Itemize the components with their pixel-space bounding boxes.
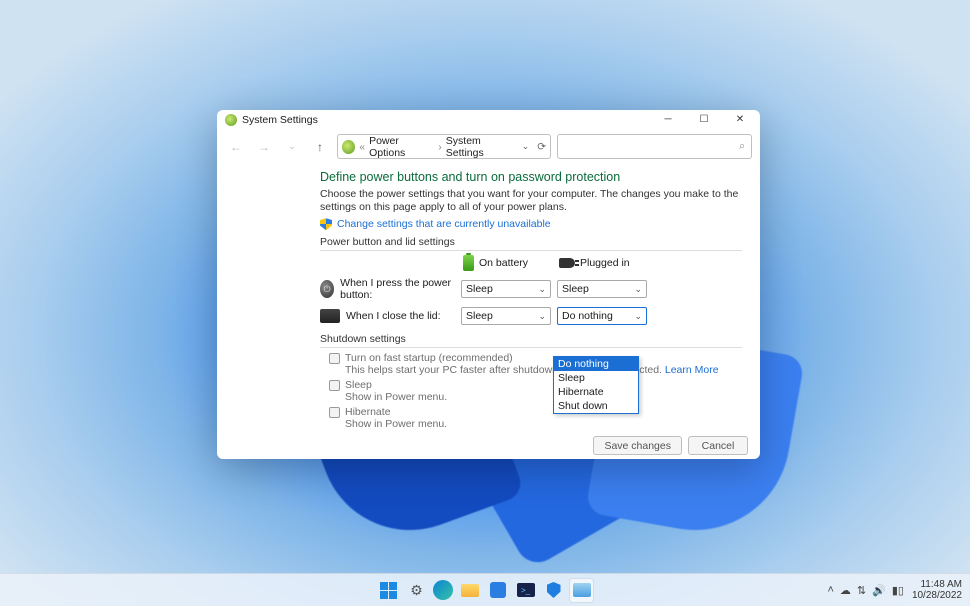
page-title: Define power buttons and turn on passwor… — [320, 170, 742, 184]
forward-button[interactable]: → — [253, 136, 275, 158]
col-battery-label: On battery — [479, 257, 528, 269]
windows-logo-icon — [380, 582, 397, 599]
power-button-label: When I press the power button: — [340, 277, 455, 301]
taskbar-terminal[interactable]: >_ — [514, 579, 537, 602]
fast-startup-label: Turn on fast startup (recommended) — [345, 352, 513, 364]
taskbar-control-panel[interactable] — [570, 579, 593, 602]
power-button-icon: ⏻ — [320, 280, 334, 298]
control-panel-icon — [573, 583, 591, 597]
power-button-row-label: ⏻ When I press the power button: — [320, 277, 455, 301]
intro-text: Choose the power settings that you want … — [320, 188, 742, 214]
date-text: 10/28/2022 — [912, 590, 962, 601]
folder-icon — [461, 584, 479, 597]
power-options-icon — [225, 114, 237, 126]
footer: Save changes Cancel — [217, 432, 760, 459]
sleep-label: Sleep — [345, 379, 372, 391]
power-options-icon — [342, 140, 355, 154]
hibernate-checkbox[interactable] — [329, 407, 340, 418]
breadcrumb-sep: › — [438, 141, 442, 153]
store-icon — [490, 582, 506, 598]
search-input[interactable]: ⌕ — [557, 134, 752, 159]
chevron-down-icon: ⌄ — [634, 311, 642, 322]
breadcrumb-item[interactable]: Power Options — [369, 135, 434, 159]
refresh-button[interactable]: ⟳ — [537, 141, 546, 153]
section-power-header: Power button and lid settings — [320, 236, 742, 251]
history-chevron-icon[interactable]: ⌄ — [522, 141, 530, 152]
on-battery-column: On battery — [461, 255, 551, 271]
breadcrumb-prefix: « — [359, 141, 365, 153]
close-lid-label: When I close the lid: — [346, 310, 441, 322]
system-settings-window: System Settings ─ ☐ ✕ ← → ⌄ ↑ « Power Op… — [217, 110, 760, 459]
power-button-battery-select[interactable]: Sleep ⌄ — [461, 280, 551, 298]
navbar: ← → ⌄ ↑ « Power Options › System Setting… — [217, 129, 760, 164]
start-button[interactable] — [377, 579, 400, 602]
shield-icon — [547, 582, 561, 598]
chevron-down-icon: ⌄ — [538, 284, 546, 295]
minimize-button[interactable]: ─ — [650, 110, 686, 129]
battery-icon — [463, 255, 474, 271]
lid-icon — [320, 309, 340, 323]
close-lid-battery-select[interactable]: Sleep ⌄ — [461, 307, 551, 325]
clock[interactable]: 11:48 AM 10/28/2022 — [912, 579, 962, 601]
maximize-button[interactable]: ☐ — [686, 110, 722, 129]
power-button-plugged-select[interactable]: Sleep ⌄ — [557, 280, 647, 298]
onedrive-icon[interactable]: ☁ — [840, 584, 851, 597]
col-plugged-label: Plugged in — [580, 257, 630, 269]
change-settings-link[interactable]: Change settings that are currently unava… — [337, 218, 551, 230]
close-lid-plugged-select[interactable]: Do nothing ⌄ — [557, 307, 647, 325]
content-area: Define power buttons and turn on passwor… — [217, 164, 760, 432]
dropdown-option-shut-down[interactable]: Shut down — [554, 399, 638, 413]
taskbar-store[interactable] — [486, 579, 509, 602]
terminal-icon: >_ — [517, 583, 535, 597]
hibernate-desc: Show in Power menu. — [329, 418, 742, 430]
back-button[interactable]: ← — [225, 136, 247, 158]
taskbar-settings[interactable]: ⚙ — [405, 579, 428, 602]
chevron-down-icon: ⌄ — [634, 284, 642, 295]
volume-icon[interactable]: 🔊 — [872, 584, 886, 597]
tray-chevron-icon[interactable]: ˄ — [827, 584, 833, 597]
dropdown-option-sleep[interactable]: Sleep — [554, 371, 638, 385]
recent-dropdown[interactable]: ⌄ — [281, 136, 303, 158]
cancel-button[interactable]: Cancel — [688, 436, 748, 455]
hibernate-label: Hibernate — [345, 406, 391, 418]
breadcrumb-item[interactable]: System Settings — [446, 135, 518, 159]
wifi-icon[interactable]: ⇅ — [857, 584, 866, 597]
taskbar: ⚙ >_ ˄ ☁ ⇅ 🔊 ▮▯ 11:48 AM 10/28/2022 — [0, 573, 970, 606]
section-shutdown-header: Shutdown settings — [320, 333, 742, 348]
plugged-in-column: Plugged in — [557, 257, 647, 269]
taskbar-edge[interactable] — [433, 580, 453, 600]
close-button[interactable]: ✕ — [722, 110, 758, 129]
combo-value: Sleep — [562, 283, 589, 295]
save-button[interactable]: Save changes — [593, 436, 682, 455]
up-button[interactable]: ↑ — [309, 136, 331, 158]
combo-value: Sleep — [466, 283, 493, 295]
fast-startup-checkbox[interactable] — [329, 353, 340, 364]
dropdown-option-hibernate[interactable]: Hibernate — [554, 385, 638, 399]
plug-icon — [559, 258, 575, 268]
combo-value: Sleep — [466, 310, 493, 322]
search-icon: ⌕ — [739, 140, 745, 153]
close-lid-row-label: When I close the lid: — [320, 309, 455, 323]
dropdown-option-do-nothing[interactable]: Do nothing — [554, 357, 638, 371]
shield-icon — [320, 218, 332, 230]
window-title: System Settings — [242, 114, 318, 126]
taskbar-security[interactable] — [542, 579, 565, 602]
chevron-down-icon: ⌄ — [538, 311, 546, 322]
time-text: 11:48 AM — [912, 579, 962, 590]
taskbar-explorer[interactable] — [458, 579, 481, 602]
sleep-checkbox[interactable] — [329, 380, 340, 391]
battery-tray-icon[interactable]: ▮▯ — [892, 584, 904, 597]
combo-value: Do nothing — [562, 310, 613, 322]
learn-more-link[interactable]: Learn More — [665, 364, 719, 376]
address-bar[interactable]: « Power Options › System Settings ⌄ ⟳ — [337, 134, 551, 159]
titlebar[interactable]: System Settings ─ ☐ ✕ — [217, 110, 760, 129]
close-lid-plugged-dropdown: Do nothing Sleep Hibernate Shut down — [553, 356, 639, 414]
sleep-desc: Show in Power menu. — [329, 391, 742, 403]
